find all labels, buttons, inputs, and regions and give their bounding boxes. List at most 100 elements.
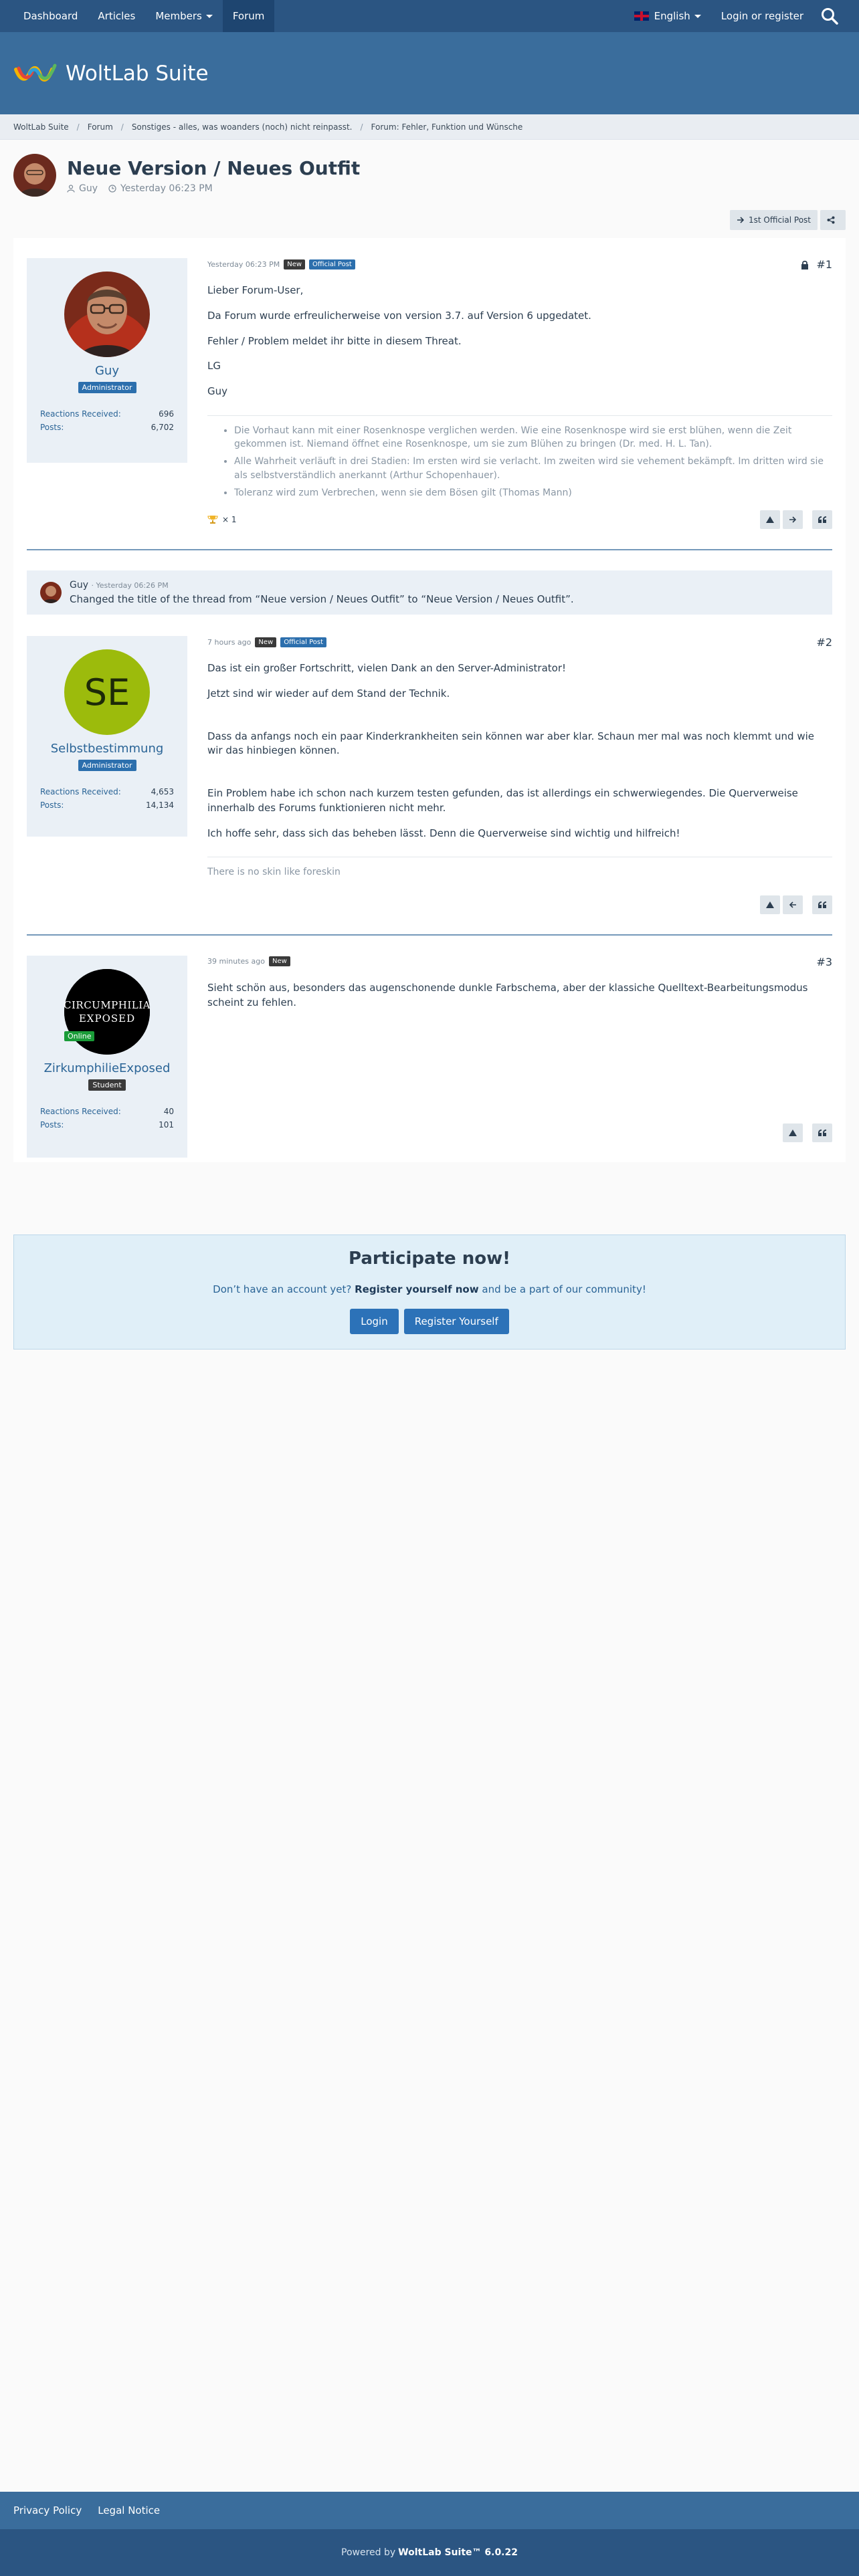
post-time[interactable]: Yesterday 06:23 PM — [207, 260, 280, 269]
search-icon[interactable] — [814, 0, 846, 32]
reactions-label-text: Reactions Received — [40, 787, 118, 797]
posts-label[interactable]: Posts: — [40, 423, 64, 432]
site-logo[interactable]: WoltLab Suite — [13, 60, 209, 87]
reactions-count: 696 — [159, 409, 174, 419]
register-button[interactable]: Register Yourself — [403, 1309, 509, 1334]
register-link[interactable]: Register yourself now — [355, 1283, 479, 1295]
avatar-text-line2: EXPOSED — [78, 1012, 136, 1025]
share-icon — [827, 216, 835, 224]
thread-header: Neue Version / Neues Outfit Guy Yesterda… — [13, 154, 360, 197]
quote-icon — [818, 1130, 826, 1137]
posts-count: 6,702 — [151, 423, 174, 432]
share-button[interactable] — [820, 210, 846, 230]
reactions-label[interactable]: Reactions Received: — [40, 1107, 121, 1116]
post-paragraph: Ein Problem habe ich schon nach kurzem t… — [207, 787, 798, 814]
nav-dashboard[interactable]: Dashboard — [13, 0, 88, 32]
next-post-button[interactable] — [783, 510, 803, 530]
report-button[interactable] — [783, 1123, 803, 1143]
moderation-notice: Guy · Yesterday 06:26 PM Changed the tit… — [27, 570, 832, 615]
post-time[interactable]: 7 hours ago — [207, 638, 251, 647]
breadcrumb-item-board[interactable]: Forum: Fehler, Funktion und Wünsche — [371, 122, 523, 132]
lock-icon — [801, 260, 809, 270]
language-selector[interactable]: English — [624, 0, 711, 32]
post: CIRCUMPHILIA EXPOSED Online Zirkumphilie… — [27, 936, 832, 1163]
uk-flag-icon — [634, 11, 649, 21]
breadcrumb-item-forum[interactable]: Forum — [88, 122, 113, 132]
powered-by-brand[interactable]: WoltLab Suite™ 6.0.22 — [398, 2547, 518, 2558]
quote-button[interactable] — [812, 895, 832, 914]
avatar[interactable] — [64, 272, 150, 357]
post-text: Sieht schön aus, besonders das augenscho… — [207, 981, 832, 1010]
avatar[interactable] — [40, 582, 62, 604]
post-list: Guy Administrator Reactions Received: 696… — [13, 238, 846, 1163]
report-button[interactable] — [760, 510, 780, 530]
post-author-sidebar: CIRCUMPHILIA EXPOSED Online Zirkumphilie… — [27, 955, 187, 1158]
mod-text: Changed the title of the thread from “Ne… — [70, 593, 574, 606]
mod-user[interactable]: Guy — [70, 580, 88, 591]
arrow-right-icon — [737, 217, 745, 223]
post-time[interactable]: 39 minutes ago — [207, 957, 265, 966]
online-badge: Online — [64, 1031, 95, 1041]
footer-links: Privacy Policy Legal Notice — [0, 2492, 859, 2529]
privacy-policy-link[interactable]: Privacy Policy — [13, 2504, 82, 2516]
thread-time: Yesterday 06:23 PM — [108, 183, 213, 194]
avatar[interactable]: SE — [64, 649, 150, 736]
reactions-label-text: Reactions Received — [40, 409, 118, 419]
posts-label-text: Posts — [40, 1119, 62, 1130]
post-text: Lieber Forum-User, Da Forum wurde erfreu… — [207, 284, 832, 399]
nav-forum[interactable]: Forum — [222, 0, 275, 32]
posts-label-text: Posts — [40, 423, 62, 432]
reaction-count: × 1 — [222, 515, 237, 525]
top-navigation: Dashboard Articles Members Forum English… — [0, 0, 859, 32]
post-footer — [207, 510, 832, 549]
previous-post-button[interactable] — [783, 895, 803, 914]
user-signature: There is no skin like foreskin — [207, 857, 832, 879]
quote-icon — [818, 516, 826, 524]
reactions-label[interactable]: Reactions Received: — [40, 409, 121, 419]
post-author-name[interactable]: Guy — [40, 364, 174, 378]
breadcrumb-item-sonstiges[interactable]: Sonstiges - alles, was woanders (noch) n… — [132, 122, 353, 132]
post-number[interactable]: #3 — [816, 956, 832, 968]
avatar[interactable]: CIRCUMPHILIA EXPOSED Online — [64, 968, 151, 1055]
nav-forum-label: Forum — [232, 10, 265, 22]
language-label: English — [654, 10, 690, 22]
thread-actions: 1st Official Post — [727, 210, 846, 230]
post-author-name[interactable]: ZirkumphilieExposed — [40, 1061, 174, 1075]
participate-text-after: and be a part of our community! — [482, 1283, 646, 1295]
powered-by-label: Powered by — [341, 2547, 396, 2558]
nav-articles-label: Articles — [98, 10, 136, 22]
login-register-link[interactable]: Login or register — [711, 0, 814, 32]
report-button[interactable] — [760, 895, 780, 914]
breadcrumb-item-woltlab[interactable]: WoltLab Suite — [13, 122, 69, 132]
thread-time-label: Yesterday 06:23 PM — [120, 183, 213, 194]
post-paragraph: Ich hoffe sehr, dass sich das beheben lä… — [207, 827, 680, 839]
post-number[interactable]: #1 — [816, 258, 832, 271]
signature-quote: Toleranz wird zum Verbrechen, wenn sie d… — [234, 486, 832, 500]
official-post-badge: Official Post — [280, 637, 327, 647]
mod-time: · Yesterday 06:26 PM — [91, 581, 169, 591]
post-author-name[interactable]: Selbstbestimmung — [40, 742, 174, 756]
quote-button[interactable] — [812, 1123, 832, 1143]
post-author-sidebar: Guy Administrator Reactions Received: 696… — [27, 258, 187, 463]
legal-notice-link[interactable]: Legal Notice — [98, 2504, 160, 2516]
post-paragraph: Guy — [207, 385, 228, 397]
signature-quote: Die Vorhaut kann mit einer Rosenknospe v… — [234, 424, 832, 451]
avatar[interactable] — [13, 154, 56, 197]
thread-author[interactable]: Guy — [67, 183, 98, 194]
login-button[interactable]: Login — [350, 1309, 399, 1334]
post-number[interactable]: #2 — [816, 636, 832, 649]
nav-members[interactable]: Members — [145, 0, 223, 32]
posts-label[interactable]: Posts: — [40, 800, 64, 810]
quote-icon — [818, 901, 826, 908]
user-rank-badge: Administrator — [78, 760, 136, 772]
posts-label[interactable]: Posts: — [40, 1120, 64, 1130]
nav-articles[interactable]: Articles — [88, 0, 145, 32]
avatar-text-line1: CIRCUMPHILIA — [64, 998, 151, 1011]
reactions-label-text: Reactions Received — [40, 1106, 118, 1116]
warning-icon — [766, 516, 774, 524]
user-stats: Reactions Received: 40 Posts: 101 — [40, 1107, 174, 1130]
reactions-label[interactable]: Reactions Received: — [40, 787, 121, 796]
first-official-post-button[interactable]: 1st Official Post — [730, 210, 818, 230]
first-official-post-label: 1st Official Post — [749, 215, 811, 225]
quote-button[interactable] — [812, 510, 832, 530]
